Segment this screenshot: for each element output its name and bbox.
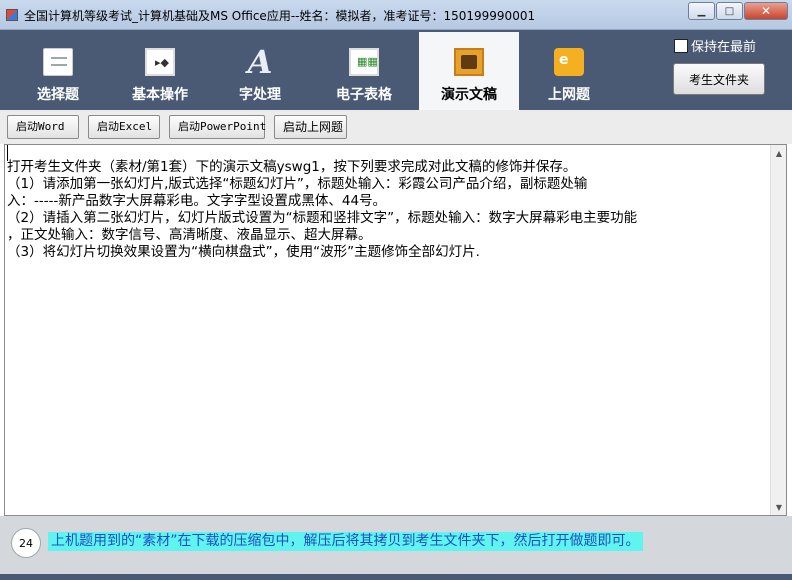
footer-bar: 24 上机题用到的“素材”在下载的压缩包中，解压后将其拷贝到考生文件夹下，然后打… bbox=[0, 516, 792, 580]
scroll-down-arrow-icon[interactable]: ▼ bbox=[771, 499, 787, 515]
minimize-button[interactable]: ▁ bbox=[688, 2, 715, 20]
tab-label: 选择题 bbox=[37, 87, 79, 103]
bottom-strip bbox=[0, 574, 792, 580]
maximize-button[interactable]: □ bbox=[716, 2, 743, 20]
tab-internet[interactable]: e 上网题 bbox=[519, 32, 619, 110]
tab-spreadsheet[interactable]: ▦▦ 电子表格 bbox=[314, 32, 414, 110]
launch-word-button[interactable]: 启动Word bbox=[7, 115, 79, 139]
window-title: 全国计算机等级考试_计算机基础及MS Office应用--姓名：模拟者，准考证号… bbox=[24, 9, 536, 23]
presentation-icon bbox=[454, 48, 484, 76]
question-text-area[interactable]: 打开考生文件夹（素材/第1套）下的演示文稿yswg1，按下列要求完成对此文稿的修… bbox=[4, 144, 787, 516]
close-button[interactable]: ✕ bbox=[744, 2, 788, 20]
launch-excel-button[interactable]: 启动Excel bbox=[88, 115, 160, 139]
main-toolbar: 选择题 ▸◆ 基本操作 A 字处理 ▦▦ 电子表格 演示文稿 e 上网题 保持在… bbox=[0, 30, 792, 110]
tab-word-processing[interactable]: A 字处理 bbox=[210, 32, 310, 110]
keep-on-top-label: 保持在最前 bbox=[691, 40, 757, 55]
notice-banner: 上机题用到的“素材”在下载的压缩包中，解压后将其拷贝到考生文件夹下，然后打开做题… bbox=[48, 532, 643, 551]
tab-presentation[interactable]: 演示文稿 bbox=[419, 32, 519, 110]
vertical-scrollbar[interactable]: ▲ ▼ bbox=[770, 145, 786, 515]
launch-bar: 启动Word 启动Excel 启动PowerPoint 启动上网题 bbox=[0, 110, 792, 144]
keep-on-top-option[interactable]: 保持在最前 bbox=[674, 36, 756, 55]
title-bar: 全国计算机等级考试_计算机基础及MS Office应用--姓名：模拟者，准考证号… bbox=[0, 0, 792, 30]
web-icon: e bbox=[554, 48, 584, 76]
spreadsheet-icon: ▦▦ bbox=[349, 48, 379, 76]
document-icon bbox=[43, 48, 73, 76]
scroll-up-arrow-icon[interactable]: ▲ bbox=[771, 145, 787, 161]
tab-label: 上网题 bbox=[548, 87, 590, 103]
keep-on-top-checkbox[interactable] bbox=[674, 38, 688, 53]
question-content: 打开考生文件夹（素材/第1套）下的演示文稿yswg1，按下列要求完成对此文稿的修… bbox=[7, 159, 769, 261]
launch-powerpoint-button[interactable]: 启动PowerPoint bbox=[169, 115, 266, 139]
app-icon bbox=[6, 9, 18, 21]
letter-a-icon: A bbox=[247, 43, 273, 81]
tab-label: 字处理 bbox=[239, 87, 281, 103]
question-item-1-line-2: 入：-----新产品数字大屏幕彩电。文字字型设置成黑体、44号。 bbox=[7, 193, 387, 209]
window-controls: ▁ □ ✕ bbox=[687, 2, 788, 20]
tab-label: 电子表格 bbox=[336, 87, 392, 103]
tab-choice-questions[interactable]: 选择题 bbox=[8, 32, 108, 110]
question-item-2-line-1: （2）请插入第二张幻灯片，幻灯片版式设置为“标题和竖排文字”，标题处输入：数字大… bbox=[7, 210, 638, 226]
tab-label: 基本操作 bbox=[132, 87, 188, 103]
question-item-3: （3）将幻灯片切换效果设置为“横向棋盘式”，使用“波形”主题修饰全部幻灯片. bbox=[7, 244, 480, 260]
tab-basic-operations[interactable]: ▸◆ 基本操作 bbox=[110, 32, 210, 110]
question-intro: 打开考生文件夹（素材/第1套）下的演示文稿yswg1，按下列要求完成对此文稿的修… bbox=[7, 159, 577, 175]
tab-label: 演示文稿 bbox=[441, 87, 497, 103]
question-item-1-line-1: （1）请添加第一张幻灯片,版式选择“标题幻灯片”，标题处输入：彩霞公司产品介绍，… bbox=[7, 176, 588, 192]
question-item-2-line-2: ，正文处输入：数字信号、高清晰度、液晶显示、超大屏幕。 bbox=[7, 227, 372, 243]
countdown-badge: 24 bbox=[11, 528, 41, 558]
screen-icon: ▸◆ bbox=[145, 48, 175, 76]
launch-web-button[interactable]: 启动上网题 bbox=[274, 115, 347, 139]
candidate-folder-button[interactable]: 考生文件夹 bbox=[673, 63, 765, 95]
